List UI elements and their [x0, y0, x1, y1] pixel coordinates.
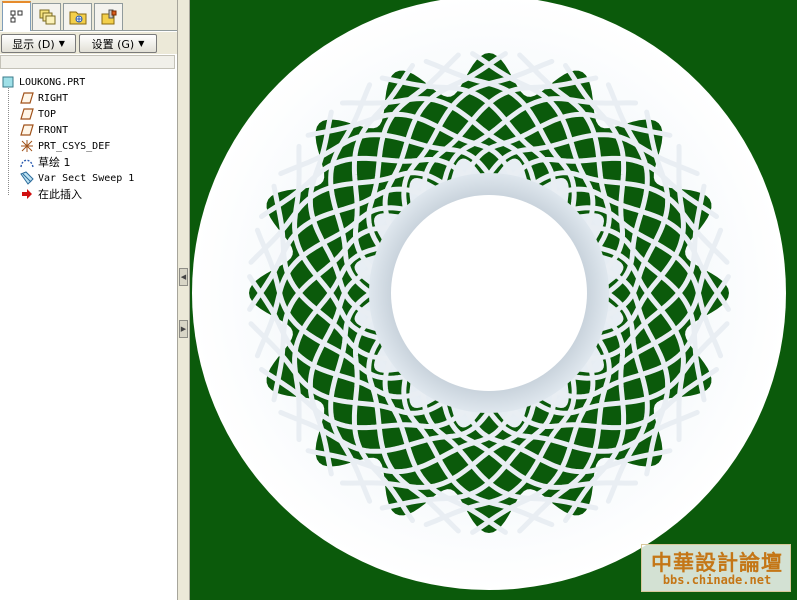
- tree-item-top[interactable]: TOP: [20, 106, 56, 122]
- tab-layers[interactable]: [32, 3, 61, 30]
- show-dropdown-button[interactable]: 显示 (D) ▼: [1, 34, 76, 53]
- datum-plane-icon: [20, 107, 34, 121]
- tree-item-label: TOP: [38, 108, 57, 120]
- settings-dropdown-button[interactable]: 设置 (G) ▼: [79, 34, 157, 53]
- tree-connector-line: [8, 82, 9, 195]
- tree-item-csys[interactable]: PRT_CSYS_DEF: [20, 138, 110, 154]
- tree-item-var-sect-sweep[interactable]: Var Sect Sweep 1: [20, 170, 134, 186]
- tree-item-root[interactable]: LOUKONG.PRT: [1, 74, 85, 90]
- navigator-panel: 显示 (D) ▼ 设置 (G) ▼ LOUKONG.PRT RIGHT TOP …: [0, 0, 177, 600]
- tree-item-label: LOUKONG.PRT: [19, 76, 86, 88]
- datum-plane-icon: [20, 91, 34, 105]
- navigator-tab-strip: [0, 0, 177, 31]
- tree-item-front[interactable]: FRONT: [20, 122, 68, 138]
- part-icon: [1, 75, 15, 89]
- tree-item-label: RIGHT: [38, 92, 69, 104]
- tree-item-right[interactable]: RIGHT: [20, 90, 68, 106]
- show-dropdown-label: 显示 (D): [12, 37, 55, 51]
- chevron-down-icon: ▼: [58, 39, 65, 48]
- tree-item-label: 在此插入: [38, 188, 82, 201]
- tab-favorites[interactable]: [94, 3, 123, 30]
- insert-here-arrow-icon: [20, 187, 34, 201]
- tree-item-label: 草绘 1: [38, 156, 71, 169]
- tree-item-label: PRT_CSYS_DEF: [38, 140, 111, 152]
- sketch-icon: [20, 155, 34, 169]
- tab-model-tree[interactable]: [2, 1, 31, 31]
- tree-filter-bar: [0, 55, 175, 69]
- graphics-window[interactable]: 中華設計論壇 bbs.chinade.net: [190, 0, 797, 600]
- chevron-down-icon: ▼: [138, 39, 145, 48]
- expand-right-icon[interactable]: ▶: [179, 320, 188, 338]
- var-sect-sweep-icon: [20, 171, 34, 185]
- center-hole: [391, 195, 587, 391]
- navigator-toolbar: 显示 (D) ▼ 设置 (G) ▼: [0, 32, 177, 54]
- layers-icon: [38, 8, 56, 26]
- watermark-logo: 中華設計論壇 bbs.chinade.net: [641, 544, 791, 592]
- datum-plane-icon: [20, 123, 34, 137]
- model-canvas: [190, 0, 797, 600]
- coordinate-system-icon: [20, 139, 34, 153]
- tab-folder-browser[interactable]: [63, 3, 92, 30]
- collapse-left-icon[interactable]: ◀: [179, 268, 188, 286]
- model-tree: LOUKONG.PRT RIGHT TOP FRONT PRT_CSYS_DEF…: [0, 72, 175, 600]
- panel-splitter[interactable]: ◀ ▶: [177, 0, 190, 600]
- favorites-icon: [100, 8, 118, 26]
- tree-item-insert-here[interactable]: 在此插入: [20, 186, 82, 202]
- tree-item-sketch[interactable]: 草绘 1: [20, 154, 71, 170]
- tree-item-label: Var Sect Sweep 1: [38, 172, 135, 184]
- folder-browser-icon: [69, 8, 87, 26]
- model-tree-icon: [9, 9, 25, 25]
- watermark-url: bbs.chinade.net: [662, 573, 772, 587]
- settings-dropdown-label: 设置 (G): [91, 37, 135, 51]
- tree-item-label: FRONT: [38, 124, 69, 136]
